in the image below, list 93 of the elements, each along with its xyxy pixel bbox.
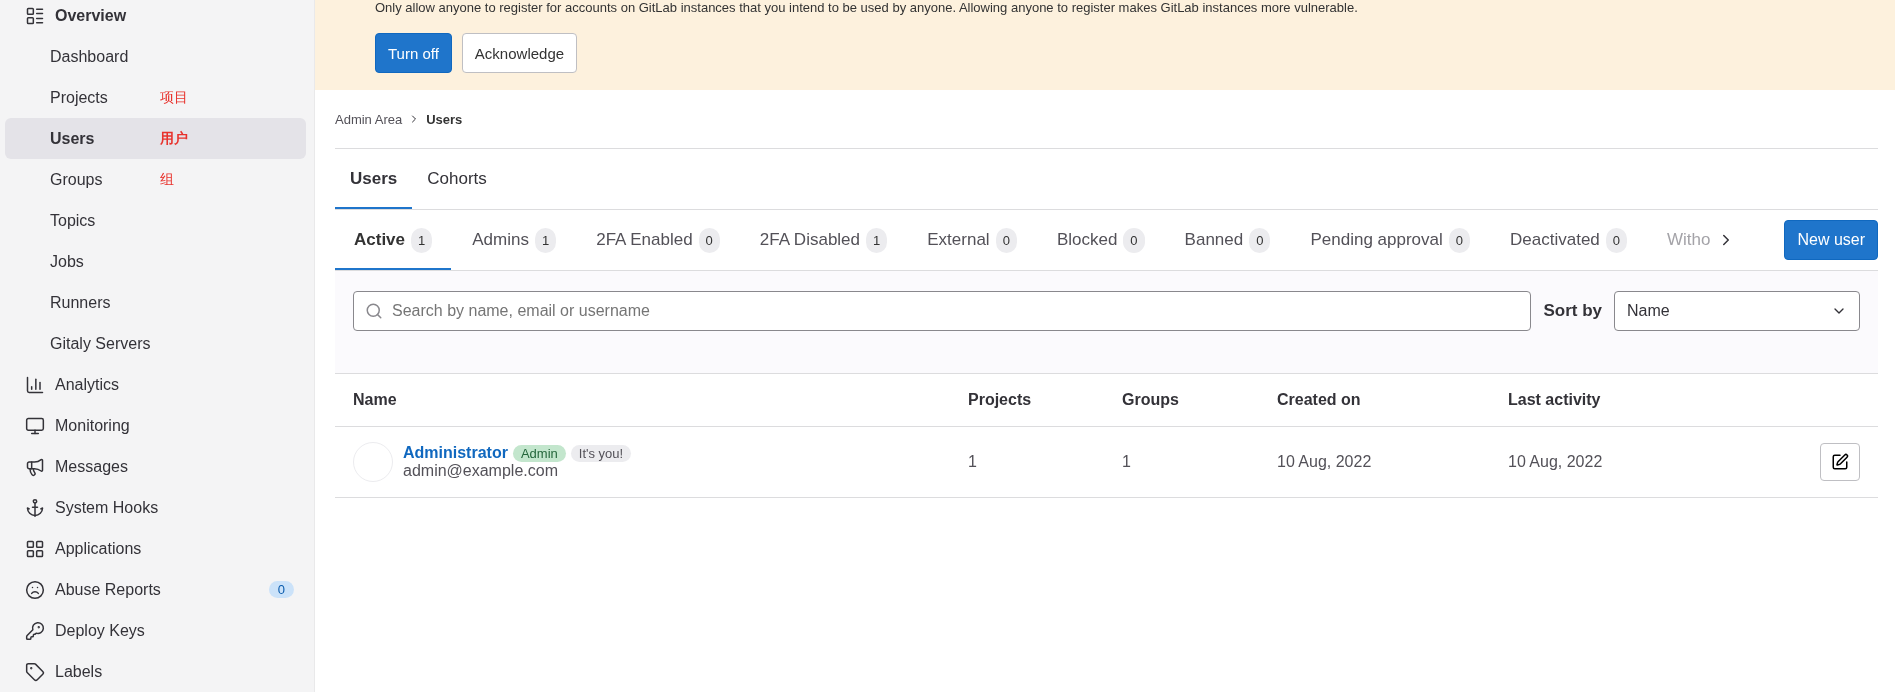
sidebar-item[interactable]: Gitaly Servers — [5, 323, 306, 364]
sidebar-item[interactable]: Deploy Keys — [5, 610, 306, 651]
tab-label: Witho — [1667, 230, 1711, 250]
sidebar-label: Applications — [55, 539, 142, 558]
table-cell-text: 10 Aug, 2022 — [1277, 453, 1373, 471]
filter-tab[interactable]: Banned 0 — [1165, 210, 1290, 270]
tab-label: External — [927, 230, 990, 250]
column-header: Groups — [1122, 391, 1180, 409]
sort-dropdown[interactable]: Name — [1614, 291, 1860, 331]
filter-tab[interactable]: 2FA Disabled 1 — [740, 210, 907, 270]
sidebar-label: Groups — [50, 170, 104, 189]
sidebar-item[interactable]: Jobs — [5, 241, 306, 282]
sidebar-item[interactable]: Analytics — [5, 364, 306, 405]
tab[interactable]: Cohorts — [412, 149, 502, 209]
sidebar-item[interactable]: Monitoring — [5, 405, 306, 446]
new-user-button[interactable]: New user — [1784, 220, 1878, 260]
filter-tab[interactable]: Admins 1 — [453, 210, 576, 270]
sidebar-item[interactable]: Messages — [5, 446, 306, 487]
column-header: Name — [353, 391, 398, 409]
sidebar-label: Overview — [55, 6, 127, 25]
count-badge: 0 — [268, 581, 294, 598]
sidebar-label: Deploy Keys — [55, 621, 145, 640]
edit-icon — [1831, 453, 1849, 471]
filter-tab[interactable]: Blocked 0 — [1037, 210, 1164, 270]
column-header: Created on — [1277, 391, 1362, 409]
filter-tab[interactable]: External 0 — [908, 210, 1036, 270]
sidebar-item[interactable]: Abuse Reports 0 — [5, 569, 306, 610]
sidebar-item[interactable]: Projects 项目 — [5, 77, 306, 118]
count-badge: 0 — [1249, 227, 1271, 253]
count-badge: 0 — [1123, 227, 1145, 253]
tab-label: 2FA Enabled — [596, 230, 693, 250]
sidebar-item[interactable]: Dashboard — [5, 36, 306, 77]
sort-label: Sort by — [1543, 301, 1602, 321]
tab-label: Admins — [472, 230, 529, 250]
sidebar-label: Jobs — [50, 252, 84, 271]
filter-tab[interactable]: Active 1 — [335, 210, 452, 270]
sidebar-item[interactable]: Overview — [5, 0, 306, 36]
tab-label: Blocked — [1056, 230, 1118, 250]
sidebar-label: Labels — [55, 662, 103, 681]
sidebar-label: Runners — [50, 293, 111, 312]
self-badge: It's you! — [570, 444, 632, 462]
count-badge: 1 — [411, 227, 433, 253]
sidebar-item[interactable]: Topics — [5, 200, 306, 241]
count-badge: 0 — [995, 227, 1017, 253]
count-badge: 1 — [534, 227, 557, 253]
sidebar-item[interactable]: Labels — [5, 651, 306, 692]
user-email: admin@example.com — [403, 462, 559, 480]
tab[interactable]: Users — [335, 149, 413, 209]
table-cell-text: 10 Aug, 2022 — [1508, 453, 1604, 471]
edit-button[interactable] — [1820, 443, 1860, 481]
sidebar-label: Monitoring — [55, 416, 130, 435]
sidebar-item[interactable]: Groups 组 — [5, 159, 306, 200]
annotation-text: 组 — [160, 170, 174, 189]
count-badge: 1 — [866, 227, 888, 253]
tab-label: Banned — [1184, 230, 1244, 250]
tab-label: 2FA Disabled — [759, 230, 861, 250]
sidebar-label: System Hooks — [55, 498, 159, 517]
search-field[interactable]: Search by name, email or username — [353, 291, 1532, 331]
search-icon — [365, 302, 383, 320]
annotation-text: 项目 — [160, 88, 188, 107]
table-cell-text: 1 — [1122, 453, 1132, 471]
tab-label: Pending approval — [1310, 230, 1443, 250]
user-name-link[interactable]: Administrator — [403, 444, 508, 462]
tab-label: Active — [354, 230, 406, 250]
sidebar-item[interactable]: Runners — [5, 282, 306, 323]
count-badge: 0 — [1448, 227, 1470, 253]
sidebar-label: Topics — [50, 211, 96, 230]
sidebar-label: Abuse Reports — [55, 580, 161, 599]
filter-tab[interactable]: Pending approval 0 — [1291, 210, 1489, 270]
sidebar-item[interactable]: Users 用户 — [5, 118, 306, 159]
sidebar-label: Messages — [55, 457, 128, 476]
sidebar-item[interactable]: Applications — [5, 528, 306, 569]
column-header: Projects — [968, 391, 1033, 409]
count-badge: 0 — [1605, 227, 1628, 253]
sidebar-label: Users — [50, 129, 96, 148]
sidebar-label: Gitaly Servers — [50, 334, 151, 353]
secondary-button[interactable]: Acknowledge — [461, 33, 578, 73]
sidebar-item[interactable]: System Hooks — [5, 487, 306, 528]
breadcrumb-link[interactable]: Users — [426, 111, 463, 127]
banner-text: Only allow anyone to register for accounts on GitLab instances that you intend to be used by anyone. Allowing anyone to register makes GitLab instances more vulnerable. — [375, 0, 1359, 16]
filter-tab[interactable]: Deactivated 0 — [1491, 210, 1647, 270]
column-header: Last activity — [1508, 391, 1602, 409]
primary-button[interactable]: Turn off — [375, 33, 452, 73]
admin-badge: Admin — [512, 444, 566, 462]
breadcrumb-link[interactable]: Admin Area — [335, 111, 403, 127]
tab-label: Deactivated — [1510, 230, 1600, 250]
annotation-text: 用户 — [160, 129, 188, 148]
sidebar-label: Analytics — [55, 375, 120, 394]
sidebar-label: Projects — [50, 88, 109, 107]
table-cell-text: 1 — [968, 453, 978, 471]
filter-tab[interactable]: 2FA Enabled 0 — [577, 210, 739, 270]
count-badge: 0 — [698, 227, 720, 253]
sidebar-label: Dashboard — [50, 47, 129, 66]
